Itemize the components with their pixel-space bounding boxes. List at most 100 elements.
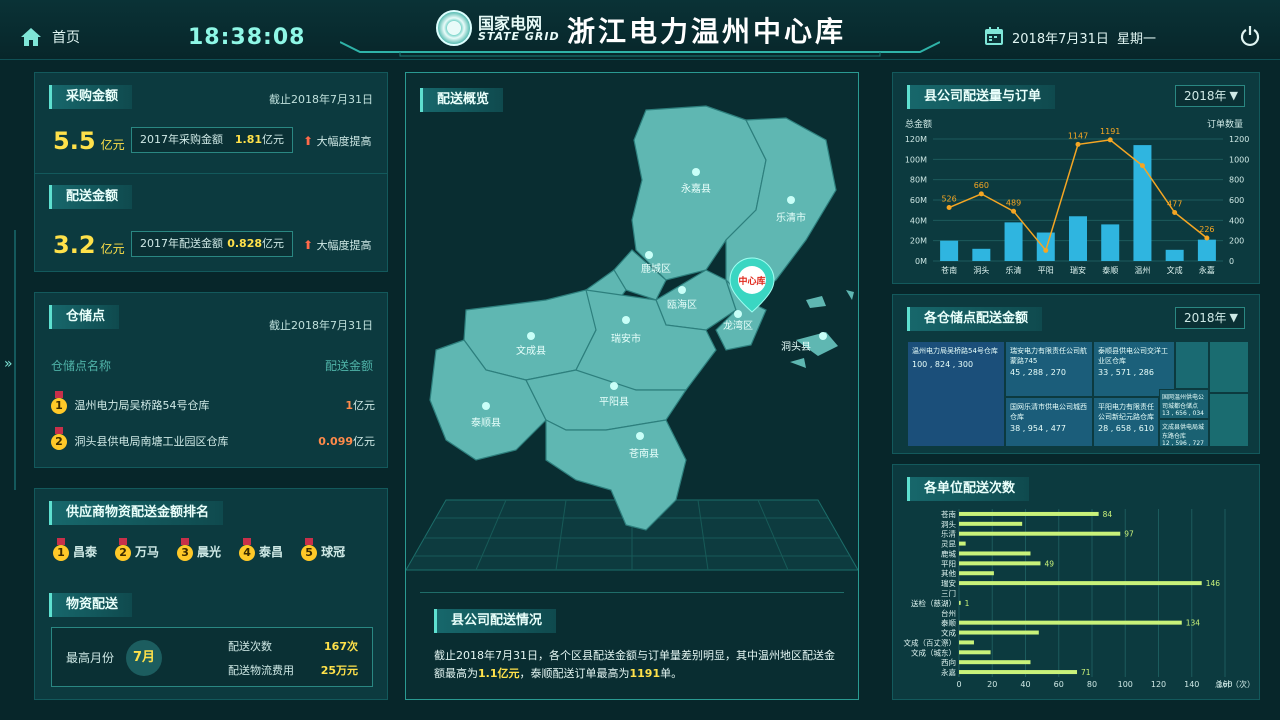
treemap-cell[interactable] [1209, 393, 1249, 447]
y-tick-label: 三门 [941, 589, 956, 598]
treemap-cell[interactable]: 平阳电力有限责任公司新纪元路仓库 28 , 658 , 610 [1093, 397, 1159, 447]
count-value: 167次 [324, 640, 358, 653]
home-button[interactable]: 首页 [20, 26, 80, 48]
bar [959, 620, 1182, 625]
bar [959, 670, 1078, 675]
bar-data-label: 97 [1124, 530, 1134, 539]
supplier-name: 万马 [135, 545, 160, 559]
bar-data-label: 146 [1206, 579, 1221, 588]
home-label: 首页 [52, 30, 80, 46]
material-title: 物资配送 [49, 593, 133, 617]
y-tick-label: 泰顺 [941, 618, 956, 628]
delivery-trend-label: 大幅度提高 [316, 239, 372, 252]
region-label: 乐清市 [776, 211, 806, 224]
y-tick-label: 灵昆 [941, 540, 956, 549]
x-tick-label: 泰顺 [1102, 265, 1118, 275]
supplier-panel: 供应商物资配送金额排名 1 昌泰 2 万马 3 晨光 4 泰昌 5 球冠 物资配送 最高月… [34, 488, 388, 700]
year-select-value: 2018年 [1184, 89, 1227, 103]
year-select[interactable]: 2018年 ▼ [1175, 85, 1245, 107]
treemap-cell-value: 38 , 954 , 477 [1010, 424, 1066, 433]
warehouse-unit: 亿元 [353, 435, 375, 448]
purchase-trend: ⬆ 大幅度提高 [303, 133, 372, 149]
bar [959, 600, 961, 605]
medal-icon: 3 [177, 538, 194, 561]
bar [959, 660, 1031, 665]
bar [959, 650, 991, 655]
treemap-cell-name: 国网乐清市供电公司城西仓库 [1010, 403, 1087, 421]
purchase-compare-unit: 亿元 [262, 133, 284, 146]
bar-data-label: 71 [1081, 668, 1091, 677]
y-tick-label: 120M [905, 135, 927, 144]
bar [940, 240, 959, 261]
list-item: 5 球冠 [301, 538, 345, 561]
treemap-cell[interactable]: 国网乐清市供电公司城西仓库 38 , 954 , 477 [1005, 397, 1093, 447]
y-tick-label: 100M [905, 155, 927, 164]
treemap-cell[interactable] [1209, 341, 1249, 393]
treemap-cell[interactable]: 文成县供电局城东路仓库 12 , 596 , 727 [1159, 419, 1209, 447]
line-point [978, 191, 984, 197]
calendar-icon [985, 27, 1003, 45]
arrow-up-icon: ⬆ [303, 134, 314, 148]
year-select[interactable]: 2018年 ▼ [1175, 307, 1245, 329]
treemap-cell-value: 33 , 571 , 286 [1098, 368, 1154, 377]
count-label: 配送次数 [228, 640, 272, 653]
treemap-cell[interactable] [1175, 341, 1209, 389]
y-tick-label: 文成（百丈漈） [904, 637, 957, 647]
warehouse-asof: 截止2018年7月31日 [269, 319, 373, 332]
unit-count-panel: 各单位配送次数 0 20 40 60 80 100 120 140 160 苍南 84 洞头 乐清 97 灵… [892, 464, 1260, 700]
y-tick-label: 永嘉 [941, 667, 956, 677]
region-label: 永嘉县 [681, 182, 711, 195]
region-cangnan [545, 419, 687, 531]
dongtou-islands [790, 290, 854, 368]
delivery-compare-box: 2017年配送金额 0.828亿元 [131, 231, 293, 257]
line-point [1139, 163, 1145, 169]
list-item: 3 晨光 [177, 538, 221, 561]
warehouse-title: 仓储点 [49, 305, 120, 329]
warehouse-value: 1 [345, 399, 353, 412]
summary-title: 县公司配送情况 [434, 609, 557, 633]
treemap-cell-value: 13 , 656 , 034 [1162, 410, 1204, 417]
delivery-title: 配送金额 [49, 185, 133, 209]
region-label: 泰顺县 [471, 416, 501, 429]
region-label: 瓯海区 [667, 298, 697, 311]
summary-box: 县公司配送情况 截止2018年7月31日，各个区县配送金额与订单量差别明显，其中… [420, 592, 844, 688]
line-point [1011, 208, 1017, 214]
purchase-compare-label: 2017年采购金额 [140, 133, 223, 146]
bar [1004, 222, 1023, 261]
x-tick-label: 乐清 [1006, 265, 1022, 275]
y-tick-label: 送检（慈湖） [911, 598, 956, 608]
y-tick-label: 文成 [941, 628, 956, 638]
treemap-cell[interactable]: 瑞安电力有限责任公司航蒙路745 45 , 288 , 270 [1005, 341, 1093, 397]
treemap-cell-value: 100 , 824 , 300 [912, 360, 974, 369]
y2-tick-label: 800 [1229, 176, 1244, 185]
treemap-title: 各仓储点配送金额 [907, 307, 1043, 331]
line-point [1043, 247, 1049, 253]
unit-count-title: 各单位配送次数 [907, 477, 1030, 501]
medal-icon: 4 [239, 538, 256, 561]
y-tick-label: 平阳 [941, 559, 956, 568]
treemap-cell[interactable]: 国网温州供电公司城都仓储点 13 , 656 , 034 [1159, 389, 1209, 419]
y-tick-label: 乐清 [941, 529, 956, 539]
region-map[interactable]: 永嘉县 乐清市 鹿城区 瓯海区 龙湾区 洞头县 文成县 瑞安市 平阳县 泰顺县 … [406, 100, 858, 540]
y-tick-label: 40M [910, 216, 927, 225]
treemap-cell-name: 平阳电力有限责任公司新纪元路仓库 [1098, 403, 1154, 421]
power-icon[interactable] [1239, 25, 1261, 47]
clock: 18:38:08 [188, 25, 306, 50]
y2-tick-label: 1200 [1229, 135, 1249, 144]
delivery-compare-unit: 亿元 [262, 237, 284, 250]
county-chart-panel: 县公司配送量与订单 2018年 ▼ 总金额 订单数量 0M 0 20M 200 40M 4… [892, 72, 1260, 284]
warehouse-panel: 仓储点 截止2018年7月31日 仓储点名称 配送金额 1 温州电力局吴桥路54… [34, 292, 388, 468]
supplier-name: 昌泰 [73, 545, 98, 559]
y2-axis-label: 订单数量 [1207, 118, 1243, 130]
county-chart-title: 县公司配送量与订单 [907, 85, 1056, 109]
x-tick-label: 20 [987, 680, 997, 689]
line-point [1075, 141, 1081, 147]
treemap-cell-name: 温州电力局吴桥路54号仓库 [912, 347, 998, 355]
x-tick-label: 0 [956, 680, 961, 689]
delivery-compare-label: 2017年配送金额 [140, 237, 223, 250]
treemap-cell[interactable]: 温州电力局吴桥路54号仓库 100 , 824 , 300 [907, 341, 1005, 447]
x-tick-label: 40 [1020, 680, 1030, 689]
center-depot-label: 中心库 [738, 275, 765, 287]
expand-sidebar-button[interactable]: » [4, 356, 13, 372]
purchase-value-unit: 亿元 [100, 138, 125, 152]
